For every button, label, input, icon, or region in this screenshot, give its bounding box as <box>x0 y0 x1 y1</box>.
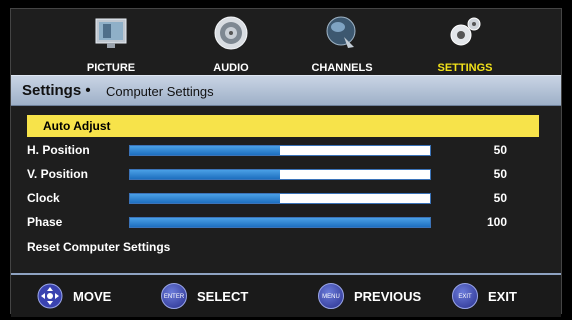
slider-value: 50 <box>493 191 507 205</box>
top-menu: PICTURE AUDIO CHANNELS SETTINGS <box>11 9 561 77</box>
speaker-icon <box>214 16 248 50</box>
menu-item-h-position[interactable]: H. Position 50 <box>27 139 539 161</box>
tv-screen: PICTURE AUDIO CHANNELS SETTINGS Settings… <box>0 0 572 320</box>
exit-icon: EXIT <box>452 283 478 309</box>
menu-item-label: H. Position <box>27 143 90 157</box>
picture-icon <box>95 18 127 48</box>
menu-item-auto-adjust[interactable]: Auto Adjust <box>27 115 539 137</box>
tab-audio[interactable]: AUDIO <box>176 9 286 77</box>
satellite-dish-icon <box>326 16 356 48</box>
phase-slider[interactable] <box>129 217 431 228</box>
menu-item-label: Reset Computer Settings <box>27 240 171 254</box>
slider-value: 100 <box>486 215 507 229</box>
tab-label: PICTURE <box>86 62 136 74</box>
enter-icon: ENTER <box>161 283 187 309</box>
menu-item-label: Auto Adjust <box>43 119 111 133</box>
slider-fill <box>130 194 280 203</box>
menu-icon: MENU <box>318 283 344 309</box>
slider-fill <box>130 170 280 179</box>
tab-label: AUDIO <box>213 62 249 74</box>
move-label: MOVE <box>73 289 112 304</box>
settings-window: PICTURE AUDIO CHANNELS SETTINGS Settings… <box>10 8 562 317</box>
button-hint-bar: MOVE ENTER SELECT MENU PREVIOUS EXIT EXI… <box>11 273 561 317</box>
exit-label: EXIT <box>488 289 517 304</box>
breadcrumb: Settings • Computer Settings <box>11 75 561 106</box>
menu-item-label: V. Position <box>27 167 88 181</box>
tab-label: SETTINGS <box>437 62 493 74</box>
slider-fill <box>130 146 280 155</box>
menu-item-phase[interactable]: Phase 100 <box>27 211 539 233</box>
dpad-icon <box>37 283 63 309</box>
page-title: Settings • <box>22 82 91 99</box>
slider-value: 50 <box>493 167 507 181</box>
h-position-slider[interactable] <box>129 145 431 156</box>
tab-label: CHANNELS <box>311 62 373 74</box>
slider-value: 50 <box>493 143 507 157</box>
tab-settings[interactable]: SETTINGS <box>410 9 520 77</box>
menu-item-clock[interactable]: Clock 50 <box>27 187 539 209</box>
page-subtitle: Computer Settings <box>106 84 214 99</box>
tab-picture[interactable]: PICTURE <box>56 9 166 77</box>
menu-item-v-position[interactable]: V. Position 50 <box>27 163 539 185</box>
clock-slider[interactable] <box>129 193 431 204</box>
previous-label: PREVIOUS <box>354 289 422 304</box>
menu-item-reset[interactable]: Reset Computer Settings <box>27 236 539 258</box>
v-position-slider[interactable] <box>129 169 431 180</box>
menu-item-label: Clock <box>27 191 60 205</box>
select-label: SELECT <box>197 289 249 304</box>
tab-channels[interactable]: CHANNELS <box>287 9 397 77</box>
menu-item-label: Phase <box>27 215 63 229</box>
slider-fill <box>130 218 430 227</box>
gears-icon <box>450 17 481 46</box>
